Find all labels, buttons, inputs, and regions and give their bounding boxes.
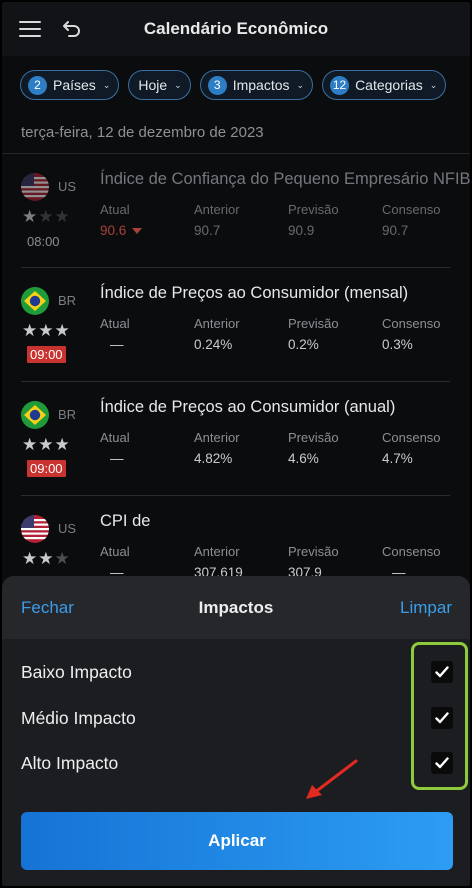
actual-col: Atual 90.6 [100,202,143,238]
forecast-col: Previsão 90.9 [288,202,339,238]
annotation-arrow-icon [306,759,358,799]
actual-col: Atual — [100,544,130,580]
actual-label: Atual [100,202,130,217]
chevron-down-icon: ⌄ [174,79,182,90]
actual-col: Atual — [100,316,130,352]
event-title: Índice de Preços ao Consumidor (anual) [100,398,396,416]
consensus-label: Consenso [382,316,441,331]
consensus-value: 90.7 [382,223,409,238]
previous-label: Anterior [194,316,240,331]
filter-countries[interactable]: 2 Países ⌄ [20,70,120,100]
previous-col: Anterior 4.82% [194,430,240,466]
us-flag-icon [21,515,49,543]
actual-value: — [110,337,124,352]
previous-label: Anterior [194,544,240,559]
actual-label: Atual [100,430,130,445]
consensus-label: Consenso [382,202,441,217]
forecast-col: Previsão 0.2% [288,316,339,352]
app-frame: Calendário Econômico 2 Países ⌄ Hoje ⌄ 3… [2,2,470,886]
filter-categories[interactable]: 12 Categorias ⌄ [322,70,447,100]
forecast-label: Previsão [288,430,339,445]
previous-col: Anterior 0.24% [194,316,240,352]
filter-label: Hoje [138,77,168,93]
consensus-label: Consenso [382,544,441,559]
forecast-col: Previsão 4.6% [288,430,339,466]
previous-col: Anterior 307.619 [194,544,243,580]
consensus-col: Consenso 4.7% [382,430,441,466]
brazil-flag-icon [21,287,49,315]
filter-bar: 2 Países ⌄ Hoje ⌄ 3 Impactos ⌄ 12 Catego… [20,70,447,100]
impact-stars: ★★★ [22,435,71,454]
chevron-down-icon: ⌄ [296,79,305,90]
checkbox-highlight-box [411,642,468,790]
country-code: BR [58,407,77,422]
impact-stars: ★★★ [22,207,71,226]
consensus-label: Consenso [382,430,441,445]
forecast-value: 90.9 [288,223,315,238]
sheet-header: Fechar Impactos Limpar [2,576,470,639]
country-code: US [58,179,77,194]
previous-value: 90.7 [194,223,221,238]
impact-stars: ★★★ [22,549,71,568]
filter-label: Categorias [355,77,423,93]
actual-value: 90.6 [100,223,127,238]
forecast-label: Previsão [288,544,339,559]
previous-value: 0.24% [194,337,233,352]
chevron-down-icon: ⌄ [102,79,111,90]
consensus-col: Consenso 0.3% [382,316,441,352]
page-title: Calendário Econômico [143,19,329,38]
filter-count-badge: 3 [207,75,227,95]
filter-label: Impactos [232,77,290,93]
forecast-label: Previsão [288,316,339,331]
actual-label: Atual [100,544,130,559]
actual-value: — [110,451,124,466]
event-time: 08:00 [27,234,60,249]
app-header: Calendário Econômico [2,2,470,56]
actual-label: Atual [100,316,130,331]
impact-stars: ★★★ [22,321,71,340]
event-row[interactable]: BR ★★★ 09:00 Índice de Preços ao Consumi… [2,382,470,496]
filter-label: Países [53,77,96,93]
forecast-value: 4.6% [288,451,319,466]
country-code: BR [58,293,77,308]
previous-label: Anterior [194,202,240,217]
filter-count-badge: 2 [28,75,47,95]
clear-button[interactable]: Limpar [400,598,452,618]
consensus-col: Consenso 90.7 [382,202,441,238]
previous-label: Anterior [194,430,240,445]
event-row[interactable]: BR ★★★ 09:00 Índice de Preços ao Consumi… [2,268,470,382]
filter-impacts[interactable]: 3 Impactos ⌄ [199,70,314,100]
us-flag-icon [21,173,49,201]
event-time-badge: 09:00 [27,346,66,363]
consensus-value: 0.3% [382,337,413,352]
event-row[interactable]: US ★★★ 08:00 Índice de Confiança do Pequ… [2,154,470,268]
previous-col: Anterior 90.7 [194,202,240,238]
event-title: Índice de Confiança do Pequeno Empresári… [100,170,470,188]
apply-button[interactable]: Aplicar [21,812,453,870]
forecast-label: Previsão [288,202,339,217]
option-low-impact[interactable]: Baixo Impacto [21,662,132,683]
filter-date[interactable]: Hoje ⌄ [128,70,191,100]
brazil-flag-icon [21,401,49,429]
forecast-value: 0.2% [288,337,319,352]
consensus-value: 4.7% [382,451,413,466]
consensus-col: Consenso — [382,544,441,580]
previous-value: 4.82% [194,451,233,466]
event-title: CPI de [100,512,151,530]
down-arrow-icon [132,228,143,235]
event-time-badge: 09:00 [27,460,66,477]
option-high-impact[interactable]: Alto Impacto [21,753,118,774]
country-code: US [58,521,77,536]
option-medium-impact[interactable]: Médio Impacto [21,708,136,729]
date-header: terça-feira, 12 de dezembro de 2023 [21,124,264,141]
forecast-col: Previsão 307.9 [288,544,339,580]
chevron-down-icon: ⌄ [429,79,438,90]
actual-col: Atual — [100,430,130,466]
event-title: Índice de Preços ao Consumidor (mensal) [100,284,409,302]
filter-count-badge: 12 [330,75,350,95]
